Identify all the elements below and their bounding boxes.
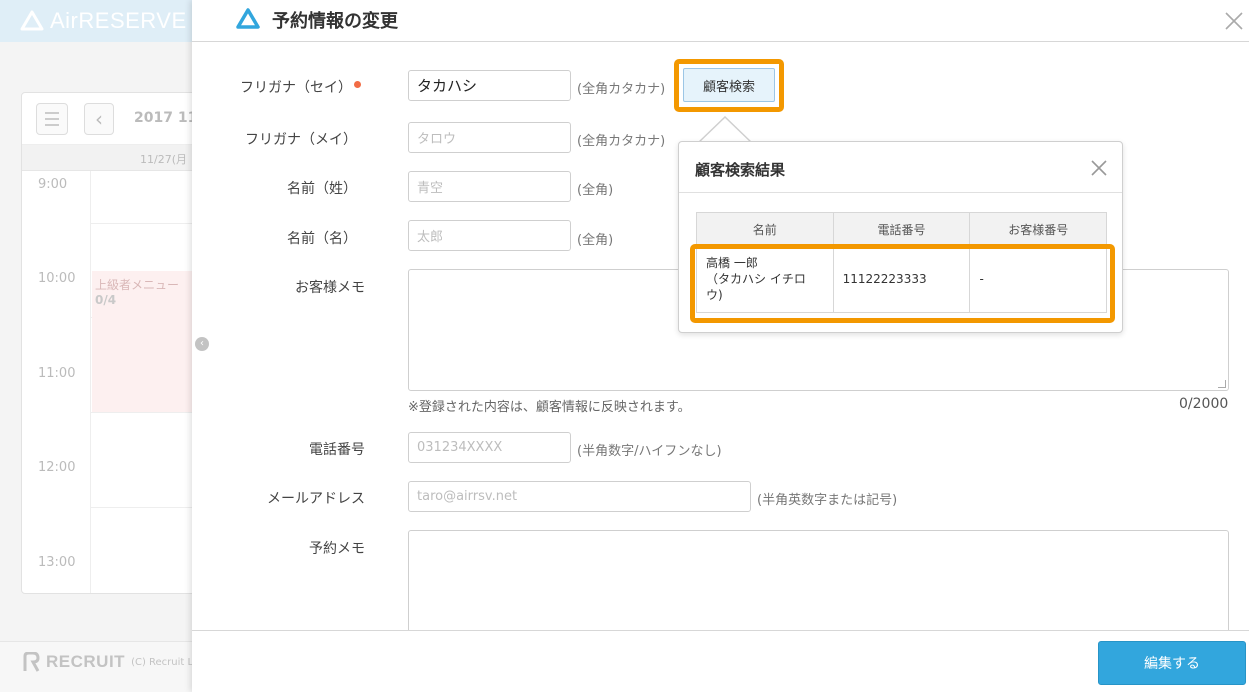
last-name-input[interactable]: 青空 xyxy=(408,171,571,202)
time-label: 13:00 xyxy=(38,555,76,570)
customer-search-button[interactable]: 顧客検索 xyxy=(683,68,775,102)
furigana-mei-hint: (全角カタカナ) xyxy=(577,134,666,149)
column-header-phone: 電話番号 xyxy=(832,212,971,246)
recruit-logo: RECRUIT (C) Recruit L xyxy=(22,652,193,672)
first-name-label: 名前（名） xyxy=(287,231,357,247)
customer-memo-note: ※登録された内容は、顧客情報に反映されます。 xyxy=(408,400,691,415)
chevron-left-icon[interactable]: ‹ xyxy=(84,103,114,135)
event-title: 上級者メニュー xyxy=(95,278,180,292)
panel-title: 予約情報の変更 xyxy=(272,11,398,32)
copyright-text: (C) Recruit L xyxy=(131,656,194,668)
email-label: メールアドレス xyxy=(267,491,365,507)
day-header-label: 11/27(月 xyxy=(140,153,187,166)
collapse-panel-icon[interactable]: ‹ xyxy=(195,337,209,351)
calendar-date: 2017 11 xyxy=(134,110,198,126)
required-indicator xyxy=(354,81,361,88)
time-label: 10:00 xyxy=(38,271,76,286)
resize-handle-icon[interactable] xyxy=(1218,380,1226,388)
panel-footer: 編集する xyxy=(192,630,1249,692)
time-label: 12:00 xyxy=(38,460,76,475)
submit-edit-button[interactable]: 編集する xyxy=(1098,641,1246,685)
reservation-memo-textarea[interactable] xyxy=(408,530,1229,640)
phone-hint: (半角数字/ハイフンなし) xyxy=(577,444,722,459)
phone-input[interactable]: 031234XXXX xyxy=(408,432,571,463)
furigana-mei-label: フリガナ（メイ） xyxy=(245,132,357,148)
popover-divider xyxy=(679,192,1122,193)
airreserve-logo-icon xyxy=(20,10,44,31)
last-name-label: 名前（姓） xyxy=(287,181,357,197)
column-header-name: 名前 xyxy=(696,212,834,246)
column-header-customer-no: お客様番号 xyxy=(969,212,1107,246)
first-name-hint: (全角) xyxy=(577,233,614,248)
event-count: 0/4 xyxy=(95,293,117,307)
reservation-memo-label: 予約メモ xyxy=(309,541,365,557)
first-name-input[interactable]: 太郎 xyxy=(408,220,571,251)
customer-memo-label: お客様メモ xyxy=(295,280,365,296)
panel-header: 予約情報の変更 xyxy=(192,0,1249,42)
time-column-divider xyxy=(90,171,91,593)
hamburger-icon[interactable] xyxy=(36,103,68,135)
furigana-sei-label: フリガナ（セイ） xyxy=(240,80,352,96)
email-input[interactable]: taro@airrsv.net xyxy=(408,481,751,512)
recruit-brand: RECRUIT xyxy=(46,652,126,671)
app-logo: AirRESERVE xyxy=(20,8,187,34)
edit-reservation-panel: 予約情報の変更 フリガナ（セイ） タカハシ (全角カタカナ) フリガナ（メイ） … xyxy=(192,0,1249,692)
furigana-mei-input[interactable]: タロウ xyxy=(408,122,571,153)
app-logo-text: AirRESERVE xyxy=(50,8,187,33)
popover-title: 顧客検索結果 xyxy=(695,161,786,179)
last-name-hint: (全角) xyxy=(577,183,614,198)
recruit-r-icon xyxy=(23,652,40,672)
close-icon[interactable] xyxy=(1221,8,1247,34)
result-row-highlight xyxy=(690,244,1115,323)
airreserve-triangle-icon xyxy=(236,8,260,29)
time-label: 9:00 xyxy=(38,177,68,192)
time-label: 11:00 xyxy=(38,366,76,381)
furigana-sei-input[interactable]: タカハシ xyxy=(408,70,571,101)
customer-memo-counter: 0/2000 xyxy=(1179,396,1229,412)
close-icon[interactable] xyxy=(1088,157,1110,179)
email-hint: (半角英数字または記号) xyxy=(757,493,898,508)
furigana-sei-hint: (全角カタカナ) xyxy=(577,82,666,97)
phone-label: 電話番号 xyxy=(309,442,365,458)
